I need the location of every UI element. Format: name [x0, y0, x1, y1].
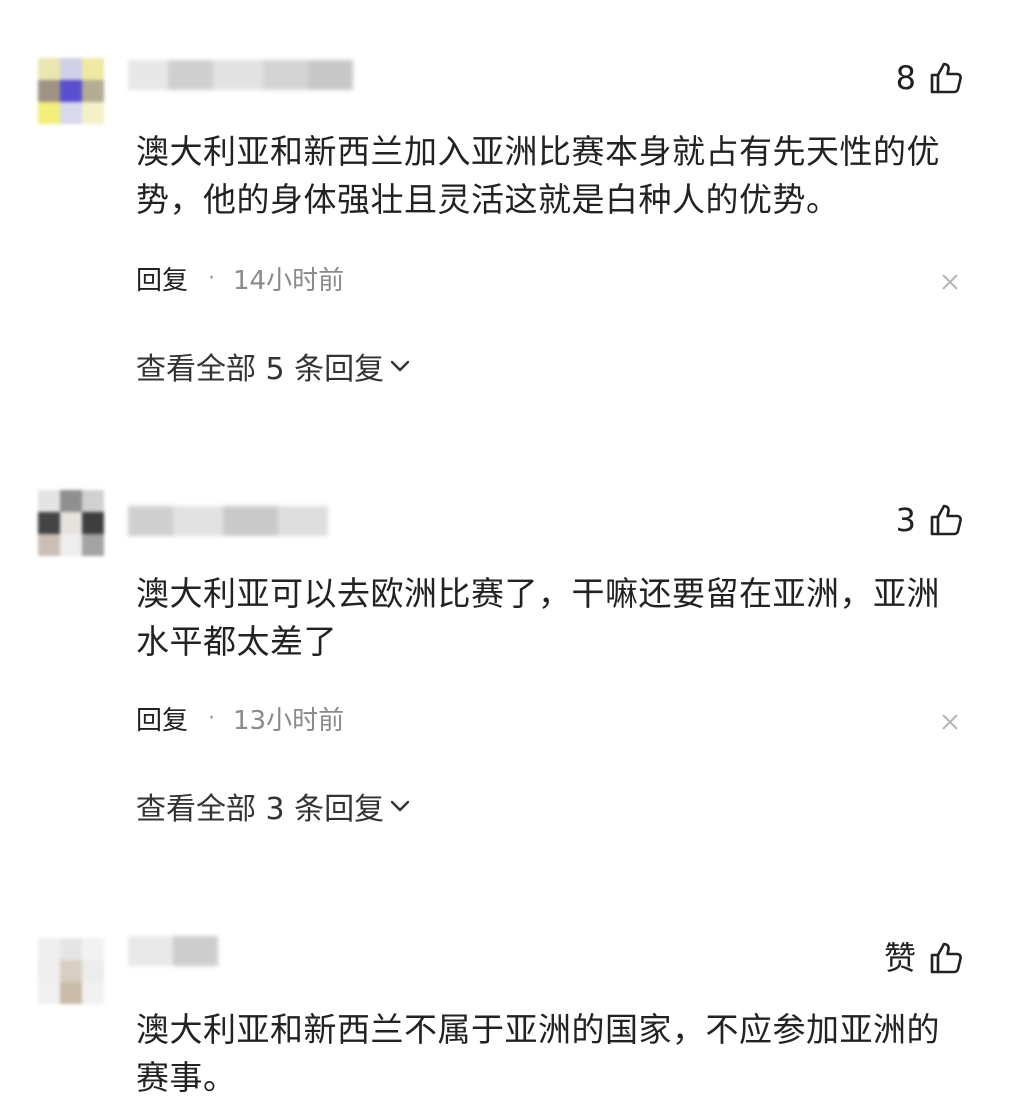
- thumbs-up-icon: [930, 942, 962, 974]
- like-button[interactable]: 赞: [884, 938, 964, 978]
- like-button[interactable]: 8: [896, 58, 964, 98]
- like-count: 8: [895, 59, 916, 97]
- chevron-down-icon: [390, 360, 410, 372]
- reply-button[interactable]: 回复: [136, 700, 188, 737]
- separator-dot: ·: [208, 266, 216, 291]
- comment-text: 澳大利亚和新西兰加入亚洲比赛本身就占有先天性的优势，他的身体强壮且灵活这就是白种…: [136, 132, 940, 219]
- avatar[interactable]: [30, 52, 110, 132]
- username[interactable]: [128, 60, 353, 90]
- separator-dot: ·: [208, 706, 216, 731]
- close-icon[interactable]: [940, 712, 960, 732]
- timestamp: 14小时前: [233, 266, 345, 296]
- reply-button[interactable]: 回复: [136, 260, 188, 297]
- view-all-replies-button[interactable]: 查看全部 5 条回复: [136, 344, 412, 388]
- close-icon[interactable]: [940, 272, 960, 292]
- comment-meta: 回复 · 14小时前: [136, 260, 344, 297]
- thumbs-up-icon: [930, 504, 962, 536]
- view-replies-label: 查看全部 5 条回复: [136, 352, 385, 387]
- like-count: 赞: [883, 939, 916, 977]
- comment-text: 澳大利亚可以去欧洲比赛了，干嘛还要留在亚洲，亚洲水平都太差了: [136, 574, 940, 661]
- avatar[interactable]: [30, 932, 110, 1012]
- username[interactable]: [128, 936, 218, 966]
- comment-item: 8 澳大利亚和新西兰加入亚洲比赛本身就占有先天性的优势，他的身体强壮且灵活这就是…: [0, 0, 1030, 440]
- username[interactable]: [128, 506, 328, 536]
- like-button[interactable]: 3: [896, 500, 964, 540]
- comment-item: 赞 澳大利亚和新西兰不属于亚洲的国家，不应参加亚洲的赛事。: [0, 880, 1030, 1110]
- comment-meta: 回复 · 13小时前: [136, 700, 344, 737]
- comment-item: 3 澳大利亚可以去欧洲比赛了，干嘛还要留在亚洲，亚洲水平都太差了 回复 · 13…: [0, 440, 1030, 880]
- view-all-replies-button[interactable]: 查看全部 3 条回复: [136, 784, 412, 828]
- timestamp: 13小时前: [233, 706, 345, 736]
- chevron-down-icon: [390, 800, 410, 812]
- view-replies-label: 查看全部 3 条回复: [136, 792, 385, 827]
- like-count: 3: [895, 501, 916, 539]
- comment-text: 澳大利亚和新西兰不属于亚洲的国家，不应参加亚洲的赛事。: [136, 1010, 940, 1097]
- avatar[interactable]: [30, 484, 110, 564]
- thumbs-up-icon: [930, 62, 962, 94]
